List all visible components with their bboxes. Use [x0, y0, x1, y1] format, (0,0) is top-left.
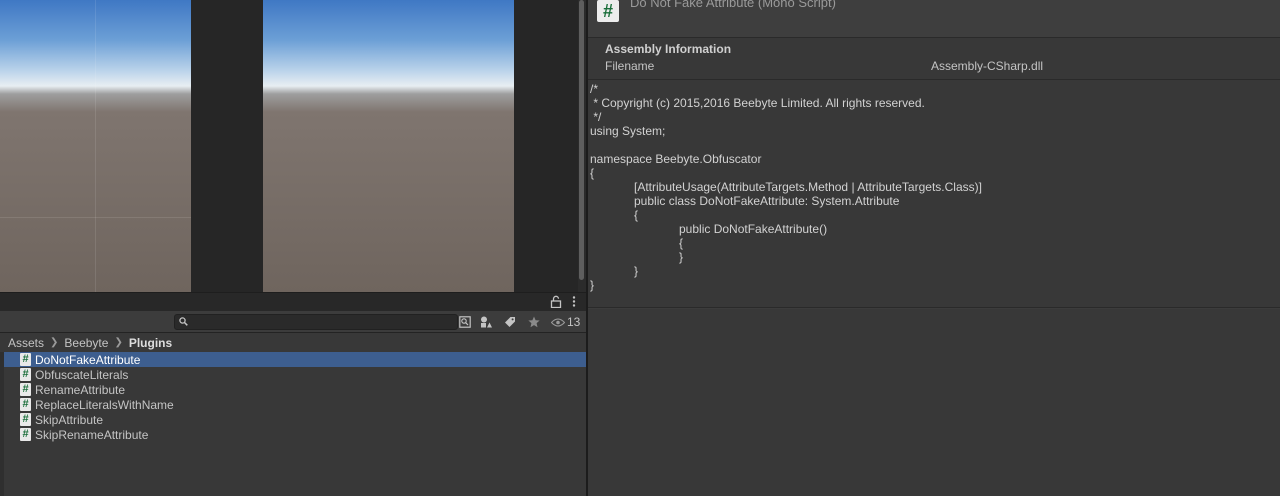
code-line: [AttributeUsage(AttributeTargets.Method … [634, 180, 982, 194]
list-item[interactable]: # ObfuscateLiterals [4, 367, 586, 382]
file-name: RenameAttribute [35, 382, 126, 397]
inspector-empty-area [588, 309, 1280, 496]
list-item[interactable]: # SkipRenameAttribute [4, 427, 586, 442]
search-input[interactable] [191, 315, 451, 329]
eye-icon [551, 317, 565, 327]
code-line: namespace Beebyte.Obfuscator [590, 152, 762, 166]
save-search-icon [459, 316, 471, 328]
filename-value: Assembly-CSharp.dll [931, 59, 1044, 73]
csharp-script-icon: # [20, 398, 31, 411]
code-line: } [679, 250, 684, 264]
file-name: ObfuscateLiterals [35, 367, 129, 382]
search-box[interactable] [174, 314, 458, 330]
code-line: public DoNotFakeAttribute() [679, 222, 828, 236]
csharp-script-icon: # [20, 368, 31, 381]
assembly-information: Assembly Information Filename Assembly-C… [588, 38, 1280, 80]
csharp-script-icon: # [20, 428, 31, 441]
inspector-panel: # Do Not Fake Attribute (Mono Script) As… [588, 0, 1280, 496]
visible-count-label: 13 [567, 315, 581, 329]
breadcrumb-item-assets[interactable]: Assets [8, 336, 44, 350]
code-line: /* [590, 82, 599, 96]
list-item[interactable]: # SkipAttribute [4, 412, 586, 427]
code-line: { [679, 236, 684, 250]
scene-viewport-left[interactable] [0, 0, 191, 292]
scene-view[interactable] [0, 0, 578, 292]
file-name: SkipRenameAttribute [35, 427, 149, 442]
favorite-star-icon [528, 316, 540, 328]
code-line: using System; [590, 124, 666, 138]
filename-label: Filename [605, 59, 655, 73]
save-search-button[interactable] [455, 313, 475, 331]
breadcrumb-item-plugins[interactable]: Plugins [129, 336, 172, 350]
code-line: { [634, 208, 639, 222]
search-by-label-button[interactable] [500, 313, 520, 331]
project-tab-bar [0, 293, 586, 311]
visibility-count[interactable]: 13 [551, 315, 580, 329]
list-item[interactable]: # DoNotFakeAttribute [4, 352, 586, 367]
code-line: { [590, 166, 595, 180]
search-by-type-button[interactable] [476, 313, 496, 331]
grid-line [95, 0, 96, 292]
favorite-button[interactable] [524, 313, 544, 331]
breadcrumb-item-beebyte[interactable]: Beebyte [64, 336, 108, 350]
code-line: } [634, 264, 639, 278]
csharp-script-icon: # [20, 383, 31, 396]
lock-icon[interactable] [550, 295, 562, 308]
script-preview: /* * Copyright (c) 2015,2016 Beebyte Lim… [588, 80, 1280, 308]
file-list: # DoNotFakeAttribute # ObfuscateLiterals… [4, 352, 586, 442]
assembly-heading: Assembly Information [605, 42, 732, 56]
grid-line [0, 217, 191, 218]
csharp-script-icon: # [597, 0, 619, 22]
chevron-right-icon: ❯ [50, 337, 59, 348]
project-toolbar: 13 [0, 311, 586, 333]
list-item[interactable]: # ReplaceLiteralsWithName [4, 397, 586, 412]
project-panel: 13 Assets ❯ Beebyte ❯ Plugins # DoNotFak… [0, 292, 586, 496]
inspector-title: Do Not Fake Attribute (Mono Script) [630, 0, 836, 10]
csharp-script-icon: # [20, 353, 31, 366]
chevron-right-icon: ❯ [114, 337, 123, 348]
scene-viewport-right[interactable] [263, 0, 514, 292]
search-icon [179, 317, 188, 326]
code-line: * Copyright (c) 2015,2016 Beebyte Limite… [590, 96, 925, 110]
file-name: SkipAttribute [35, 412, 104, 427]
code-line: public class DoNotFakeAttribute: System.… [634, 194, 900, 208]
scrollbar-thumb[interactable] [579, 0, 584, 280]
file-name: DoNotFakeAttribute [35, 352, 141, 367]
file-name: ReplaceLiteralsWithName [35, 397, 174, 412]
filter-type-icon [481, 316, 492, 328]
code-line: } [590, 278, 595, 292]
breadcrumb: Assets ❯ Beebyte ❯ Plugins [0, 333, 586, 353]
kebab-menu-icon[interactable] [572, 296, 576, 307]
csharp-script-icon: # [20, 413, 31, 426]
list-item[interactable]: # RenameAttribute [4, 382, 586, 397]
filter-label-icon [505, 317, 515, 327]
scene-scrollbar[interactable] [578, 0, 586, 292]
code-line: */ [590, 110, 602, 124]
inspector-header: # Do Not Fake Attribute (Mono Script) [588, 0, 1280, 38]
